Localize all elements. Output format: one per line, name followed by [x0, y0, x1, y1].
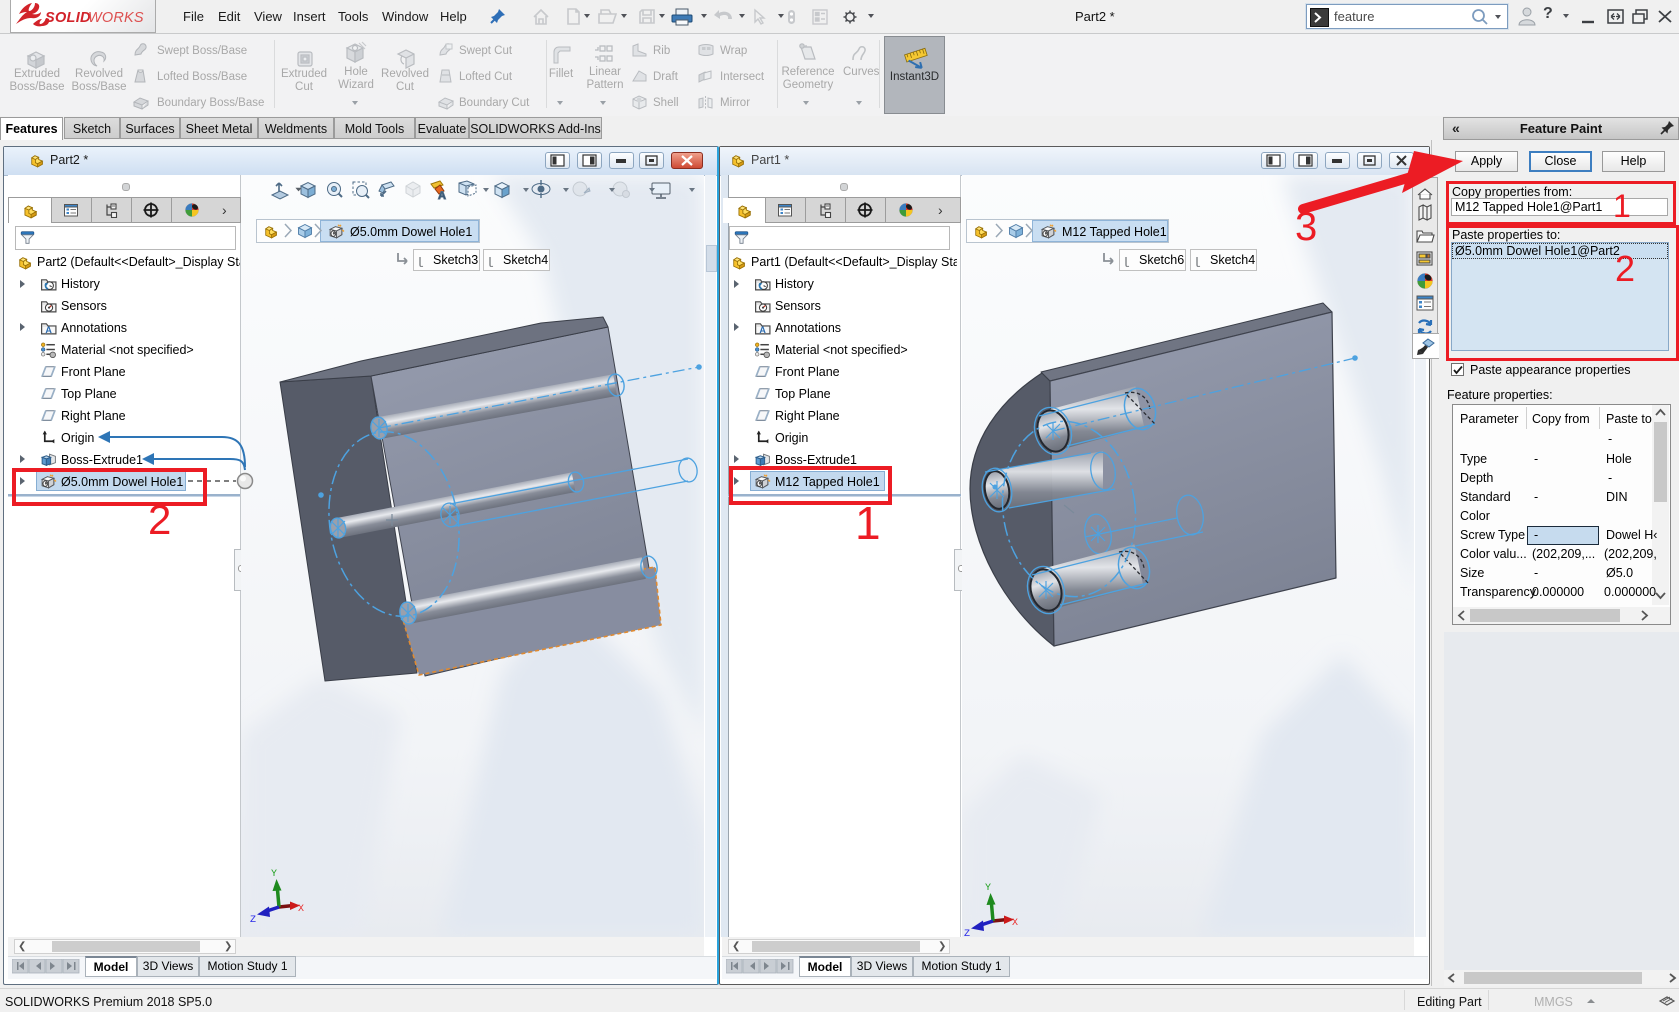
- svg-text:SOLID: SOLID: [45, 10, 91, 26]
- svg-text:Y: Y: [271, 869, 277, 880]
- svg-text:A: A: [438, 190, 446, 202]
- svg-text:Z: Z: [250, 915, 256, 925]
- svg-text:X: X: [1012, 918, 1018, 929]
- svg-text:X: X: [298, 904, 304, 915]
- svg-text:Y: Y: [985, 883, 991, 894]
- svg-text:WORKS: WORKS: [88, 10, 144, 26]
